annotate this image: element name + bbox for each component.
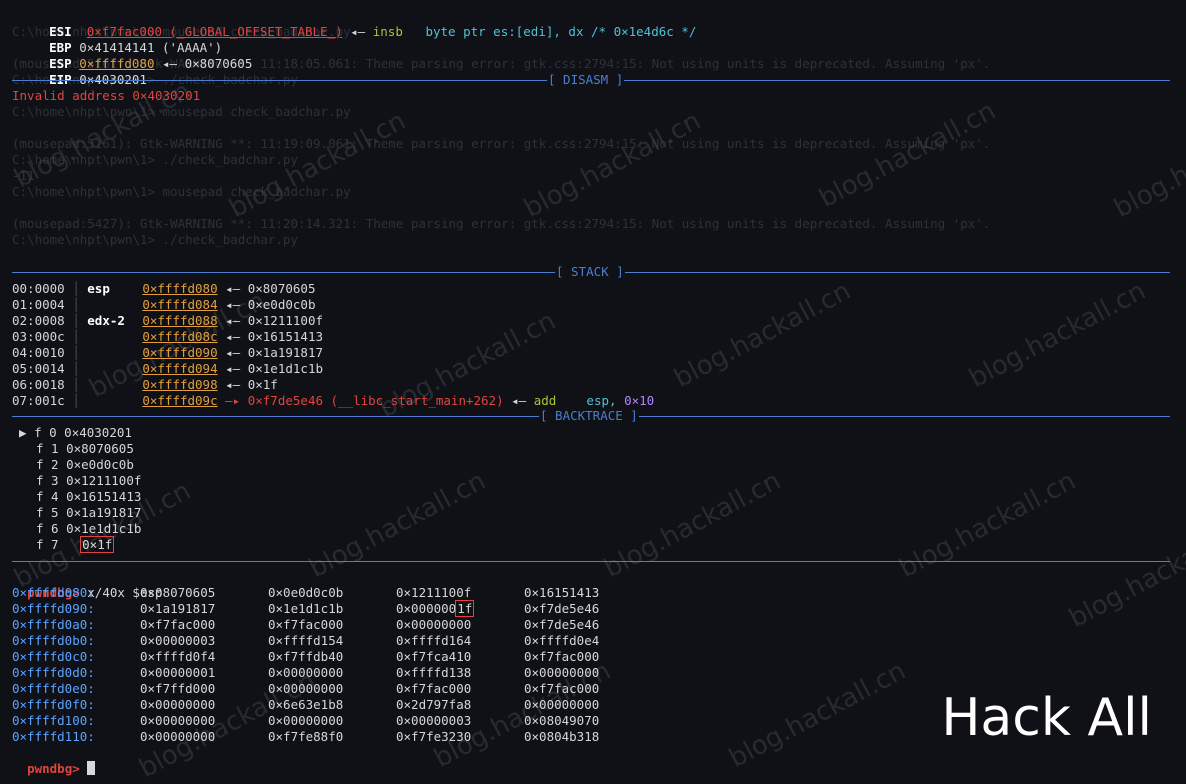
stack-row: 04:0010 │ 0×ffffd090 ◂— 0×1a191817 xyxy=(12,345,323,360)
current-frame-icon: ▶ xyxy=(19,425,27,440)
backtrace-frame[interactable]: f 7 0×1f xyxy=(36,536,115,553)
backtrace-title: [ BACKTRACE ] xyxy=(539,408,639,424)
stack-row: 07:001c │ 0×ffffd09c —▸ 0×f7de5e46 (__li… xyxy=(12,393,655,408)
watermark: blog.hackall.cn xyxy=(519,105,706,225)
stack-row: 02:0008 │ edx-2 0×ffffd088 ◂— 0×1211100f xyxy=(12,313,323,328)
bg-line: (mousepad:5161): Gtk-WARNING **: 11:19:0… xyxy=(12,136,991,151)
text-cursor xyxy=(87,761,96,775)
hackall-logo: Hack All xyxy=(941,688,1152,748)
input-prompt-line[interactable]: pwndbg> xyxy=(12,745,96,776)
instruction-mnemonic: insb xyxy=(372,24,403,39)
stack-address[interactable]: 0×ffffd080 xyxy=(142,281,217,296)
arrow: ◂— xyxy=(350,24,366,39)
register-ebp: EBP 0×41414141 ('AAAA') xyxy=(19,24,222,55)
bg-line: (mousepad:5427): Gtk-WARNING **: 11:20:1… xyxy=(12,216,991,231)
watermark: blog.hackall.cn xyxy=(724,655,911,775)
backtrace-frame[interactable]: f 6 0×1e1d1c1b xyxy=(36,521,141,537)
stack-row: 03:000c │ 0×ffffd08c ◂— 0×16151413 xyxy=(12,329,323,344)
stack-address[interactable]: 0×ffffd09c xyxy=(142,393,217,408)
disasm-separator: [ DISASM ] xyxy=(12,72,1170,88)
instruction-operands: byte ptr es:[edi], dx /* 0×1e4d6c */ xyxy=(425,24,697,39)
bg-line: C:\home\nhpt\pwn\1> ./check_badchar.py xyxy=(12,232,298,247)
watermark: blog.hackall.cn xyxy=(814,95,1001,215)
bottom-separator xyxy=(12,553,1170,569)
stack-address[interactable]: 0×ffffd088 xyxy=(142,313,217,328)
command-line[interactable]: pwndbg> x/40x $esp xyxy=(12,569,162,600)
stack-address[interactable]: 0×ffffd084 xyxy=(142,297,217,312)
register-eip: EIP 0×4030201 xyxy=(19,56,147,87)
highlighted-word: 0×0000001f xyxy=(396,600,475,617)
disasm-title: [ DISASM ] xyxy=(547,72,625,88)
watermark: blog.hackall.cn xyxy=(1064,515,1186,635)
register-value: 0×8070605 xyxy=(184,56,253,71)
highlight-box: 0×1f xyxy=(80,536,115,553)
backtrace-frame[interactable]: f 3 0×1211100f xyxy=(36,473,141,489)
stack-address[interactable]: 0×ffffd08c xyxy=(142,329,217,344)
stack-row: 01:0004 │ 0×ffffd084 ◂— 0×e0d0c0b xyxy=(12,297,316,312)
disasm-error: Invalid address 0×4030201 xyxy=(12,88,201,103)
stack-title: [ STACK ] xyxy=(555,264,625,280)
stack-address[interactable]: 0×ffffd098 xyxy=(142,377,217,392)
backtrace-frame[interactable]: f 1 0×8070605 xyxy=(36,441,134,457)
stack-separator: [ STACK ] xyxy=(12,264,1170,280)
backtrace-separator: [ BACKTRACE ] xyxy=(12,408,1170,424)
backtrace-frame[interactable]: f 4 0×16151413 xyxy=(36,489,141,505)
watermark: blog.hackall.cn xyxy=(1109,105,1186,225)
stack-address[interactable]: 0×ffffd090 xyxy=(142,345,217,360)
backtrace-frame[interactable]: f 2 0×e0d0c0b xyxy=(36,457,134,473)
highlight-box: 1f xyxy=(455,600,475,617)
backtrace-frame[interactable]: ▶ f 0 0×4030201 xyxy=(19,425,132,441)
backtrace-frame[interactable]: f 5 0×1a191817 xyxy=(36,505,141,521)
prompt: pwndbg> xyxy=(27,761,80,776)
register-esp: ESP 0×ffffd080 ◂— 0×8070605 xyxy=(19,40,252,71)
stack-row: 06:0018 │ 0×ffffd098 ◂— 0×1f xyxy=(12,377,278,392)
register-esi: ESI 0×f7fac000 (_GLOBAL_OFFSET_TABLE_) ◂… xyxy=(19,8,696,39)
stack-row: 05:0014 │ 0×ffffd094 ◂— 0×1e1d1c1b xyxy=(12,361,323,376)
watermark: blog.hackall.cn xyxy=(669,275,856,395)
watermark: blog.hackall.cn xyxy=(964,275,1151,395)
stack-row: 00:0000 │ esp 0×ffffd080 ◂— 0×8070605 xyxy=(12,281,316,296)
arrow: ◂— xyxy=(162,56,178,71)
stack-address[interactable]: 0×ffffd094 xyxy=(142,361,217,376)
